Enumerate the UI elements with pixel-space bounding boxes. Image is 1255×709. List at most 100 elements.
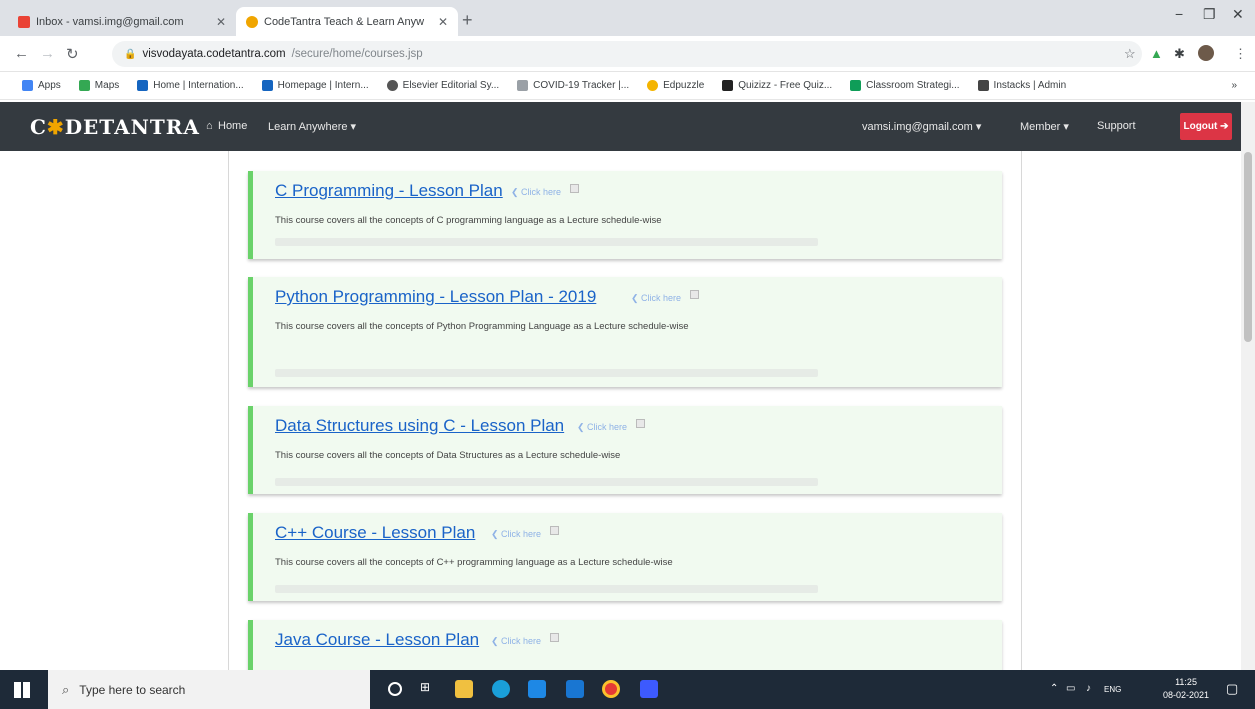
click-here-hint[interactable]: ❮ Click here (491, 529, 541, 540)
forward-arrow-icon[interactable]: → (40, 45, 55, 62)
course-description: This course covers all the concepts of C… (275, 557, 673, 568)
clock-time: 11:25 (1175, 677, 1197, 687)
home-icon[interactable]: ⌂ (206, 120, 213, 132)
extension-drive-icon[interactable]: ▲ (1150, 46, 1163, 61)
site-icon (977, 80, 989, 91)
copy-icon[interactable] (550, 633, 559, 642)
nav-learn-anywhere[interactable]: Learn Anywhere ▾ (268, 120, 356, 133)
search-placeholder: Type here to search (79, 682, 186, 697)
bookmark-instacks-admin[interactable]: Instacks | Admin (977, 80, 1066, 91)
url-host: visvodayata.codetantra.com (142, 48, 286, 60)
click-here-hint[interactable]: ❮ Click here (491, 636, 541, 647)
tab-close-icon[interactable]: ✕ (216, 15, 226, 29)
bookmark-covid-tracker[interactable]: COVID-19 Tracker |... (517, 80, 629, 91)
bookmark-classroom-strategies[interactable]: Classroom Strategi... (850, 80, 960, 91)
cortana-icon[interactable] (388, 682, 402, 696)
course-title-link[interactable]: C Programming - Lesson Plan (275, 181, 503, 201)
new-tab-button[interactable]: + (462, 10, 473, 31)
tab-title: Inbox - vamsi.img@gmail.com (36, 15, 184, 28)
click-here-hint[interactable]: ❮ Click here (511, 187, 561, 198)
maximize-button[interactable]: ❐ (1203, 6, 1216, 23)
browser-tab-strip: Inbox - vamsi.img@gmail.com ✕ CodeTantra… (0, 0, 1255, 36)
copy-icon[interactable] (690, 290, 699, 299)
course-title-link[interactable]: Data Structures using C - Lesson Plan (275, 416, 564, 436)
edge-icon[interactable] (492, 680, 510, 698)
member-menu[interactable]: Member ▾ (1020, 120, 1069, 133)
classroom-icon (850, 80, 862, 91)
logout-button[interactable]: Logout ➔ (1180, 113, 1232, 140)
course-list-area: C Programming - Lesson Plan ❮ Click here… (0, 151, 1241, 670)
browser-menu-icon[interactable]: ⋮ (1234, 46, 1247, 62)
network-icon[interactable]: ▭ (1066, 683, 1075, 694)
star-bookmark-icon[interactable]: ☆ (1124, 46, 1136, 62)
course-title-link[interactable]: Python Programming - Lesson Plan - 2019 (275, 287, 596, 307)
mail-icon[interactable] (566, 680, 584, 698)
search-icon: ⌕ (62, 681, 70, 697)
course-card[interactable]: Python Programming - Lesson Plan - 2019 … (248, 277, 1002, 387)
task-view-icon[interactable]: ⊞ (420, 680, 438, 698)
chrome-icon[interactable] (602, 680, 620, 698)
course-card[interactable]: Data Structures using C - Lesson Plan ❮ … (248, 406, 1002, 494)
bookmark-edpuzzle[interactable]: Edpuzzle (647, 80, 704, 91)
tray-chevron-icon[interactable]: ⌃ (1050, 683, 1058, 694)
click-here-hint[interactable]: ❮ Click here (631, 293, 681, 304)
minimize-button[interactable]: − (1175, 6, 1183, 22)
app-navbar: C✱DETANTRA ⌂ Home Learn Anywhere ▾ vamsi… (0, 102, 1241, 151)
bookmarks-bar: Apps Maps Home | Internation... Homepage… (0, 72, 1255, 100)
course-title-link[interactable]: Java Course - Lesson Plan (275, 630, 479, 650)
extensions-puzzle-icon[interactable]: ✱ (1174, 46, 1185, 62)
lock-icon: 🔒 (124, 48, 137, 60)
reload-icon[interactable]: ↻ (66, 45, 79, 63)
bookmark-elsevier[interactable]: Elsevier Editorial Sy... (386, 80, 499, 91)
tab-gmail[interactable]: Inbox - vamsi.img@gmail.com ✕ (8, 7, 236, 36)
course-card[interactable]: Java Course - Lesson Plan ❮ Click here (248, 620, 1002, 670)
course-description: This course covers all the concepts of P… (275, 321, 689, 332)
course-title-link[interactable]: C++ Course - Lesson Plan (275, 523, 475, 543)
site-icon (137, 80, 149, 91)
globe-icon (386, 80, 398, 91)
support-link[interactable]: Support (1097, 120, 1136, 132)
file-explorer-icon[interactable] (455, 680, 473, 698)
course-progress-bar (275, 369, 818, 377)
notification-center-icon[interactable]: ▢ (1226, 681, 1238, 697)
gmail-icon (18, 15, 30, 28)
back-arrow-icon[interactable]: ← (14, 45, 29, 62)
copy-icon[interactable] (570, 184, 579, 193)
language-indicator[interactable]: ENG (1104, 685, 1121, 694)
codetantra-logo[interactable]: C✱DETANTRA (30, 115, 200, 139)
volume-icon[interactable]: ♪ (1086, 683, 1091, 694)
course-card[interactable]: C++ Course - Lesson Plan ❮ Click here Th… (248, 513, 1002, 601)
app-icon[interactable] (640, 680, 658, 698)
course-progress-bar (275, 478, 818, 486)
profile-avatar-icon[interactable] (1198, 45, 1214, 61)
course-progress-bar (275, 585, 818, 593)
close-window-button[interactable]: ✕ (1232, 6, 1244, 23)
apps-grid-icon (22, 80, 33, 91)
bookmark-homepage-intern[interactable]: Homepage | Intern... (261, 80, 369, 91)
copy-icon[interactable] (550, 526, 559, 535)
bookmark-maps[interactable]: Maps (78, 80, 119, 91)
scrollbar-thumb[interactable] (1244, 152, 1252, 342)
tab-close-icon[interactable]: ✕ (438, 15, 448, 29)
copy-icon[interactable] (636, 419, 645, 428)
course-description: This course covers all the concepts of C… (275, 215, 662, 226)
course-description: This course covers all the concepts of D… (275, 450, 621, 461)
bookmark-quizizz[interactable]: Quizizz - Free Quiz... (722, 80, 832, 91)
bookmark-apps[interactable]: Apps (22, 80, 61, 91)
address-bar-row: ← → ↻ 🔒 visvodayata.codetantra.com/secur… (0, 36, 1255, 72)
tab-title: CodeTantra Teach & Learn Anyw (264, 15, 425, 28)
taskbar-clock[interactable]: 11:25 08-02-2021 (1163, 676, 1209, 702)
bookmark-home-internation[interactable]: Home | Internation... (137, 80, 244, 91)
taskbar-search-box[interactable]: ⌕ Type here to search (48, 670, 370, 709)
click-here-hint[interactable]: ❮ Click here (577, 422, 627, 433)
url-path: /secure/home/courses.jsp (291, 48, 423, 60)
nav-home[interactable]: Home (218, 120, 247, 132)
store-icon[interactable] (528, 680, 546, 698)
url-field[interactable]: 🔒 visvodayata.codetantra.com/secure/home… (112, 41, 1142, 67)
tab-codetantra[interactable]: CodeTantra Teach & Learn Anyw ✕ (236, 7, 458, 36)
user-email-menu[interactable]: vamsi.img@gmail.com ▾ (862, 120, 981, 133)
windows-start-icon[interactable] (14, 682, 30, 698)
course-card[interactable]: C Programming - Lesson Plan ❮ Click here… (248, 171, 1002, 259)
bookmarks-more-icon[interactable]: » (1231, 80, 1237, 91)
page-scrollbar[interactable] (1241, 102, 1255, 670)
